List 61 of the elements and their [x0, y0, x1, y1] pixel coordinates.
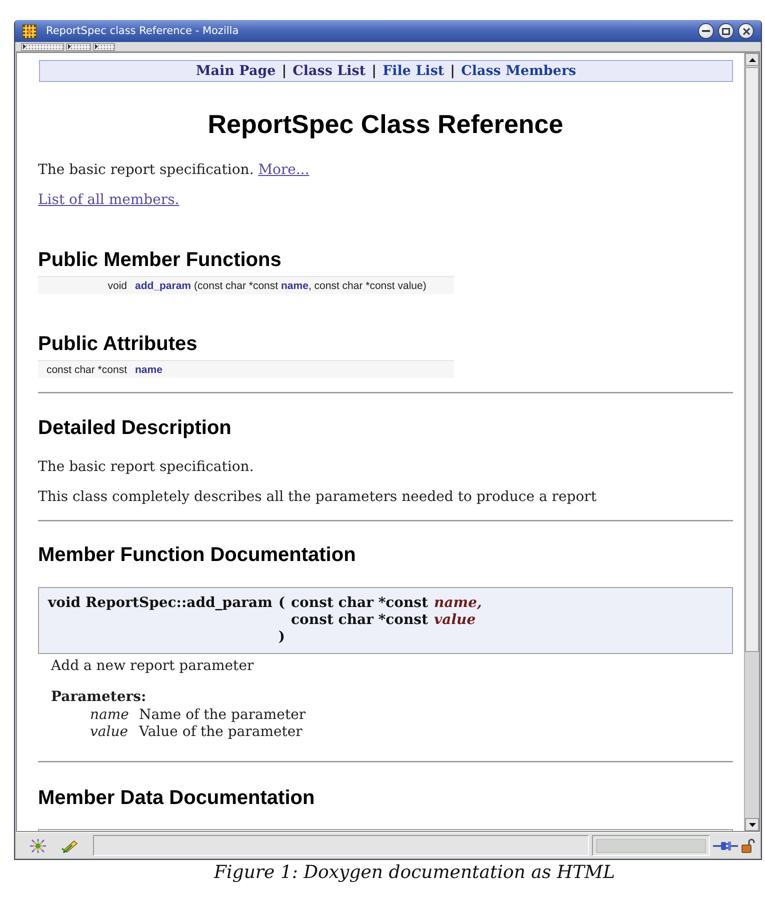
section-heading: Member Function Documentation: [38, 543, 357, 567]
members-link[interactable]: List of all members.: [38, 190, 180, 210]
triangle-icon: [23, 44, 26, 49]
scrollbar-thumb[interactable]: [745, 67, 759, 652]
parameter-name: value: [434, 612, 477, 629]
minimize-button[interactable]: [698, 23, 714, 39]
member-type: const char *const: [46, 362, 128, 376]
up-triangle-icon: [748, 58, 756, 62]
more-link[interactable]: More...: [258, 162, 310, 178]
member-arguments: (const char *const name, const char *const value): [194, 278, 426, 292]
brief-description: The basic report specification. More...: [38, 161, 310, 180]
nav-separator: |: [372, 62, 377, 81]
member-link[interactable]: name: [135, 362, 162, 376]
grid-icon: [22, 24, 37, 38]
parameter-name: value: [90, 724, 130, 741]
nav-link[interactable]: Class Members: [461, 61, 576, 81]
figure-caption: Figure 1: Doxygen documentation as HTML: [214, 862, 615, 883]
close-button[interactable]: [738, 23, 754, 39]
triangle-icon: [68, 44, 71, 49]
nav-link[interactable]: File List: [382, 61, 444, 81]
parameter-name: name: [90, 707, 130, 724]
section-heading: Member Data Documentation: [38, 786, 316, 810]
parameter-link[interactable]: name: [281, 280, 308, 292]
pencil-icon: [61, 838, 79, 852]
nav-link[interactable]: Class List: [292, 61, 366, 81]
open-parenthesis: (: [278, 595, 286, 612]
maximize-button[interactable]: [718, 23, 734, 39]
parameter-name: name,: [434, 595, 482, 612]
triangle-icon: [95, 44, 98, 49]
toolbar-grippy[interactable]: [66, 42, 91, 50]
nav-separator: |: [282, 62, 287, 81]
section-heading: Public Attributes: [38, 332, 198, 356]
description-text: This class completely describes all the parameters needed to produce a report: [38, 488, 598, 507]
member-link[interactable]: add_param: [135, 278, 192, 292]
description-text: The basic report specification.: [38, 458, 255, 477]
plug-icon: [713, 840, 738, 852]
nav-link[interactable]: Main Page: [196, 61, 276, 81]
parameters-label: Parameters:: [51, 688, 148, 707]
section-heading: Public Member Functions: [38, 248, 282, 272]
padlock-icon: [741, 838, 755, 853]
minimize-icon: [702, 30, 710, 32]
nav-separator: |: [450, 62, 456, 81]
down-triangle-icon: [748, 822, 756, 826]
section-heading: Detailed Description: [38, 416, 232, 440]
toolbar-grippy[interactable]: [21, 42, 64, 50]
parameter-type: const char *const: [291, 612, 428, 629]
parameter-description: Value of the parameter: [139, 724, 304, 741]
starburst-icon: [29, 838, 47, 854]
parameter-type: const char *const: [291, 595, 428, 612]
function-name: void ReportSpec::add_param: [48, 595, 272, 612]
maximize-icon: [722, 28, 730, 34]
close-parenthesis: ): [278, 629, 286, 646]
parameter-description: Name of the parameter: [139, 707, 307, 724]
toolbar-grippy[interactable]: [93, 42, 115, 50]
member-type: void: [108, 278, 128, 292]
scroll-up-button[interactable]: [745, 53, 759, 66]
scroll-down-button[interactable]: [745, 818, 759, 831]
function-description: Add a new report parameter: [51, 657, 255, 676]
close-icon: [742, 28, 750, 34]
page-title: ReportSpec Class Reference: [206, 109, 564, 140]
window-title: ReportSpec class Reference - Mozilla: [46, 25, 240, 37]
